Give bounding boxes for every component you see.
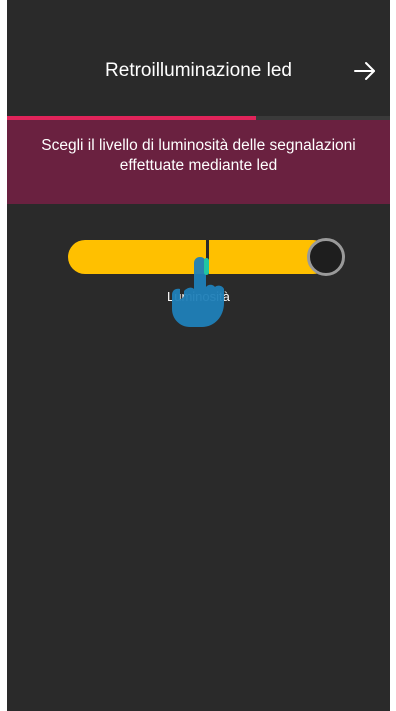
instruction-text: Scegli il livello di luminosità delle se… [41, 136, 356, 174]
header-bar: Retroilluminazione led [7, 0, 390, 116]
arrow-right-icon [354, 62, 375, 80]
next-button[interactable] [348, 54, 382, 88]
instruction-banner: Scegli il livello di luminosità delle se… [7, 120, 390, 204]
app-screen: Retroilluminazione led Scegli il livello… [7, 0, 390, 711]
tap-hand-icon [172, 257, 224, 327]
page-title: Retroilluminazione led [105, 60, 292, 81]
slider-thumb[interactable] [307, 238, 345, 276]
